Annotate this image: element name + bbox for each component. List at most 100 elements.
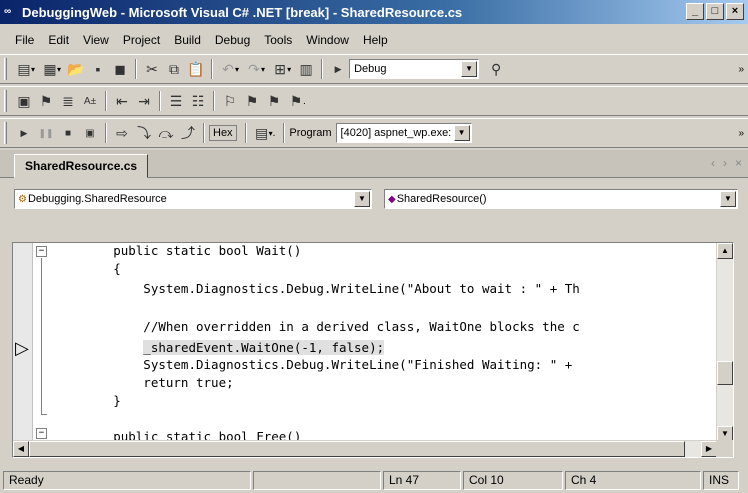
menu-bar: File Edit View Project Build Debug Tools…: [0, 28, 748, 52]
menu-help[interactable]: Help: [356, 33, 395, 47]
collapse-icon[interactable]: −: [36, 428, 47, 439]
separator: [203, 123, 205, 143]
step-into-icon[interactable]: ⤵: [133, 122, 155, 144]
stop-icon[interactable]: ■: [57, 122, 79, 144]
cut-icon[interactable]: ✂: [141, 58, 163, 80]
chevron-down-icon[interactable]: ▾: [57, 65, 61, 74]
member-select[interactable]: ◆ SharedResource() ▼: [384, 189, 738, 209]
current-statement-line: _sharedEvent.WaitOne(-1, false);: [53, 340, 385, 356]
menu-file[interactable]: File: [8, 33, 41, 47]
indicator-margin[interactable]: ▷: [13, 243, 33, 443]
comment-icon[interactable]: ☰: [165, 90, 187, 112]
chevron-down-icon[interactable]: ▼: [354, 191, 370, 207]
scroll-right-button[interactable]: ▶: [701, 441, 717, 457]
separator: [321, 59, 324, 79]
toolbar-grip[interactable]: [4, 122, 7, 144]
chevron-down-icon[interactable]: ▾: [31, 65, 35, 74]
paste-icon[interactable]: 📋: [185, 58, 207, 80]
chevron-down-icon[interactable]: ▼: [720, 191, 736, 207]
open-icon[interactable]: 📂: [65, 58, 87, 80]
tab-scroll-left-icon[interactable]: ‹: [711, 156, 715, 170]
code-text[interactable]: public static bool Wait() { System.Diagn…: [53, 243, 713, 443]
scroll-up-button[interactable]: ▲: [717, 243, 733, 259]
object-browser-icon[interactable]: ▣: [13, 90, 35, 112]
toolbar-grip[interactable]: [4, 58, 7, 80]
toolbar-options-icon[interactable]: .: [273, 128, 276, 139]
class-select[interactable]: ⚙ Debugging.SharedResource ▼: [14, 189, 372, 209]
save-icon[interactable]: ▪: [87, 58, 109, 80]
chevron-down-icon[interactable]: ▾: [261, 65, 265, 74]
menu-build[interactable]: Build: [167, 33, 208, 47]
code-line: public static bool Wait(): [53, 243, 302, 258]
break-icon[interactable]: ❚❚: [35, 122, 57, 144]
step-over-icon[interactable]: ⤼: [155, 122, 177, 144]
binoculars-icon[interactable]: ⚲: [485, 58, 507, 80]
indent-icon[interactable]: ⇤: [111, 90, 133, 112]
horizontal-scroll-thumb[interactable]: [29, 441, 685, 457]
solution-config-value: Debug: [354, 63, 387, 75]
current-statement: _sharedEvent.WaitOne(-1, false);: [143, 340, 385, 355]
separator: [283, 123, 286, 143]
member-select-value: SharedResource(): [396, 193, 487, 205]
status-line: Ln 47: [383, 471, 461, 490]
status-column: Col 10: [463, 471, 563, 490]
tab-nav: ‹ › ×: [711, 156, 742, 170]
tab-close-icon[interactable]: ×: [735, 156, 742, 170]
vertical-scrollbar[interactable]: ▲ ▼: [716, 243, 733, 443]
menu-view[interactable]: View: [76, 33, 116, 47]
program-select[interactable]: [4020] aspnet_wp.exe: ▼: [335, 123, 472, 143]
scroll-left-button[interactable]: ◀: [13, 441, 29, 457]
menu-tools[interactable]: Tools: [257, 33, 299, 47]
bookmark-toggle-icon[interactable]: ⚐: [219, 90, 241, 112]
restart-icon[interactable]: ▣: [79, 122, 101, 144]
start-icon[interactable]: ▶: [327, 58, 349, 80]
class-view-icon[interactable]: ⚑: [35, 90, 57, 112]
close-button[interactable]: ×: [726, 3, 744, 20]
list-members-icon[interactable]: ≣: [57, 90, 79, 112]
code-editor[interactable]: ▷ − − public static bool Wait() { System…: [12, 242, 734, 458]
horizontal-scrollbar[interactable]: ◀ ▶: [13, 440, 717, 457]
word-completion-icon[interactable]: A±: [79, 90, 101, 112]
hex-toggle[interactable]: Hex: [209, 125, 237, 141]
copy-icon[interactable]: ⧉: [163, 58, 185, 80]
separator: [213, 91, 215, 111]
class-select-value: Debugging.SharedResource: [27, 193, 167, 205]
toolbar-options-icon[interactable]: .: [303, 96, 306, 107]
scrollbar-corner: [716, 440, 733, 457]
chevron-down-icon[interactable]: ▼: [461, 61, 478, 77]
uncomment-icon[interactable]: ☷: [187, 90, 209, 112]
standard-toolbar: ▤ ▾ ▦ ▾ 📂 ▪ ◼ ✂ ⧉ 📋 ↶ ▾ ↷ ▾ ⊞ ▾ ▥ ▶ Debug ▼ ⚲…: [0, 54, 748, 84]
menu-debug[interactable]: Debug: [208, 33, 257, 47]
toolbar-overflow-icon[interactable]: »: [738, 64, 744, 75]
tab-sharedresource[interactable]: SharedResource.cs: [14, 154, 149, 178]
tab-scroll-right-icon[interactable]: ›: [723, 156, 727, 170]
text-editor-toolbar: ▣ ⚑ ≣ A± ⇤ ⇥ ☰ ☷ ⚐ ⚑ ⚑ ⚑ .: [0, 86, 748, 116]
find-icon[interactable]: ▥: [295, 58, 317, 80]
maximize-button[interactable]: □: [706, 3, 724, 20]
menu-project[interactable]: Project: [116, 33, 167, 47]
menu-edit[interactable]: Edit: [41, 33, 76, 47]
minimize-button[interactable]: _: [686, 3, 704, 20]
document-tab-strip: SharedResource.cs ‹ › ×: [0, 150, 748, 178]
status-char: Ch 4: [565, 471, 701, 490]
show-next-statement-icon[interactable]: ⇨: [111, 122, 133, 144]
program-value: [4020] aspnet_wp.exe:: [340, 127, 452, 139]
chevron-down-icon[interactable]: ▾: [235, 65, 239, 74]
bookmark-next-icon[interactable]: ⚑: [241, 90, 263, 112]
method-icon: ◆: [388, 193, 396, 205]
vertical-scroll-thumb[interactable]: [717, 361, 733, 385]
bookmark-prev-icon[interactable]: ⚑: [263, 90, 285, 112]
chevron-down-icon[interactable]: ▾: [287, 65, 291, 74]
code-line: //When overridden in a derived class, Wa…: [53, 319, 580, 334]
toolbar-grip[interactable]: [4, 90, 7, 112]
toolbar-overflow-icon[interactable]: »: [738, 128, 744, 139]
save-all-icon[interactable]: ◼: [109, 58, 131, 80]
chevron-down-icon[interactable]: ▼: [453, 125, 470, 141]
step-out-icon[interactable]: ⤴: [177, 122, 199, 144]
outdent-icon[interactable]: ⇥: [133, 90, 155, 112]
continue-icon[interactable]: ▶: [13, 122, 35, 144]
solution-config-select[interactable]: Debug ▼: [349, 59, 480, 79]
menu-window[interactable]: Window: [299, 33, 356, 47]
collapse-icon[interactable]: −: [36, 246, 47, 257]
